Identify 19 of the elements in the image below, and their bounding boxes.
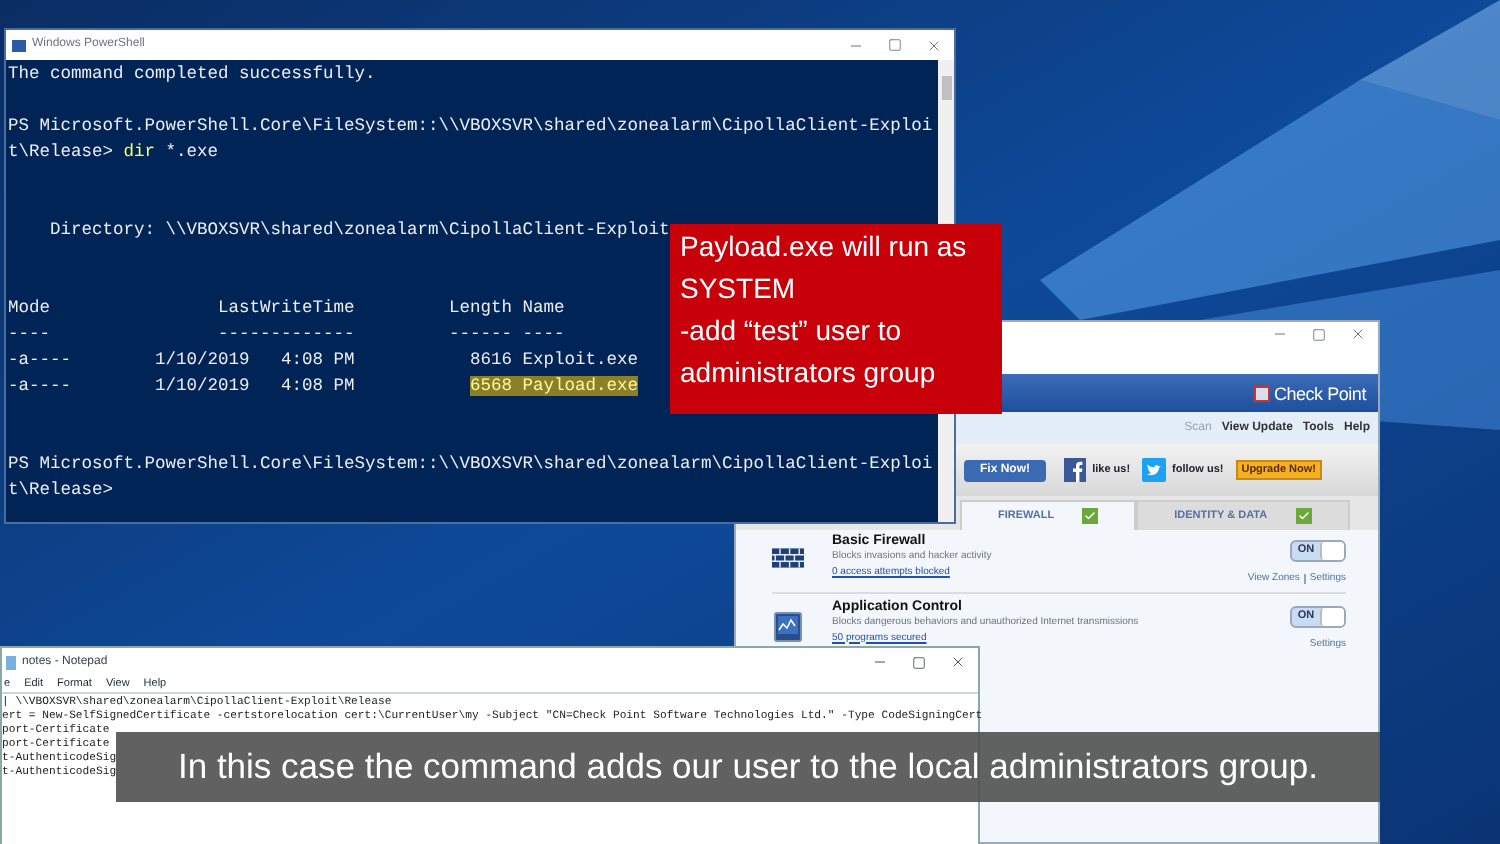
console-text: -a---- 1/10/2019 4:08 PM xyxy=(8,376,357,396)
logo-text: Check Point xyxy=(1273,383,1366,403)
console-text: Directory: \\VBOXSVR\shared\zonealarm\CipollaClient-Exploit xyxy=(48,220,670,240)
console-text: -a---- 1/10/2019 4:08 PM 8616 Exploit.exe xyxy=(8,350,639,370)
console-text: ---- ------------- ------ ---- xyxy=(8,324,565,344)
console-text: Mode LastWriteTime Length Name xyxy=(8,298,565,318)
highlighted-text: 6568 Payload.exe xyxy=(470,376,639,396)
console-text: *.exe xyxy=(163,142,219,162)
console-text: PS Microsoft.PowerShell.Core\FileSystem::\\VBOXSVR\shared\zonealarm\CipollaClient-Exploi xyxy=(8,454,933,474)
callout-text: -add “test” user to xyxy=(680,312,903,350)
callout-text: Payload.exe will run as xyxy=(680,228,969,266)
callout-text: SYSTEM xyxy=(680,270,798,308)
console-text: The command completed successfully. xyxy=(8,64,376,84)
caption-text: In this case the command adds our user to the local administrators group. xyxy=(177,744,1318,791)
console-text: PS Microsoft.PowerShell.Core\FileSystem::\\VBOXSVR\shared\zonealarm\CipollaClient-Exploi xyxy=(8,116,933,136)
command-text: dir xyxy=(123,142,156,162)
callout-text: administrators group xyxy=(680,354,938,392)
console-text: t\Release> xyxy=(8,480,114,500)
console-text: t\Release> xyxy=(8,142,116,162)
